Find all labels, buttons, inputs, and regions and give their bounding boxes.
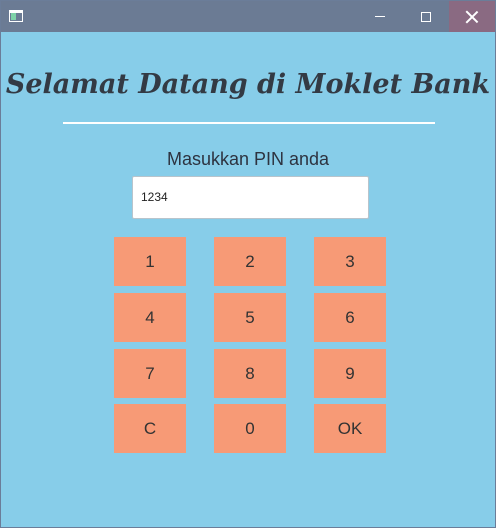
pin-label: Masukkan PIN anda <box>166 149 330 169</box>
pin-input[interactable]: 1234 <box>132 176 369 219</box>
key-6-button[interactable]: 6 <box>314 293 386 342</box>
key-2-button[interactable]: 2 <box>214 237 286 286</box>
app-icon <box>9 10 23 22</box>
close-button[interactable] <box>449 1 495 32</box>
key-4-button[interactable]: 4 <box>114 293 186 342</box>
heading-divider <box>63 122 435 124</box>
key-7-button[interactable]: 7 <box>114 349 186 398</box>
ok-button[interactable]: OK <box>314 404 386 453</box>
key-8-button[interactable]: 8 <box>214 349 286 398</box>
key-0-button[interactable]: 0 <box>214 404 286 453</box>
key-3-button[interactable]: 3 <box>314 237 386 286</box>
key-5-button[interactable]: 5 <box>214 293 286 342</box>
clear-button[interactable]: C <box>114 404 186 453</box>
minimize-icon <box>375 16 385 17</box>
title-bar[interactable] <box>1 1 495 32</box>
maximize-icon <box>421 11 431 22</box>
key-1-button[interactable]: 1 <box>114 237 186 286</box>
key-9-button[interactable]: 9 <box>314 349 386 398</box>
close-icon <box>466 11 478 23</box>
minimize-button[interactable] <box>357 1 403 32</box>
welcome-heading: Selamat Datang di Moklet Bank <box>5 69 491 100</box>
maximize-button[interactable] <box>403 1 449 32</box>
app-window: Selamat Datang di Moklet Bank Masukkan P… <box>0 0 496 528</box>
